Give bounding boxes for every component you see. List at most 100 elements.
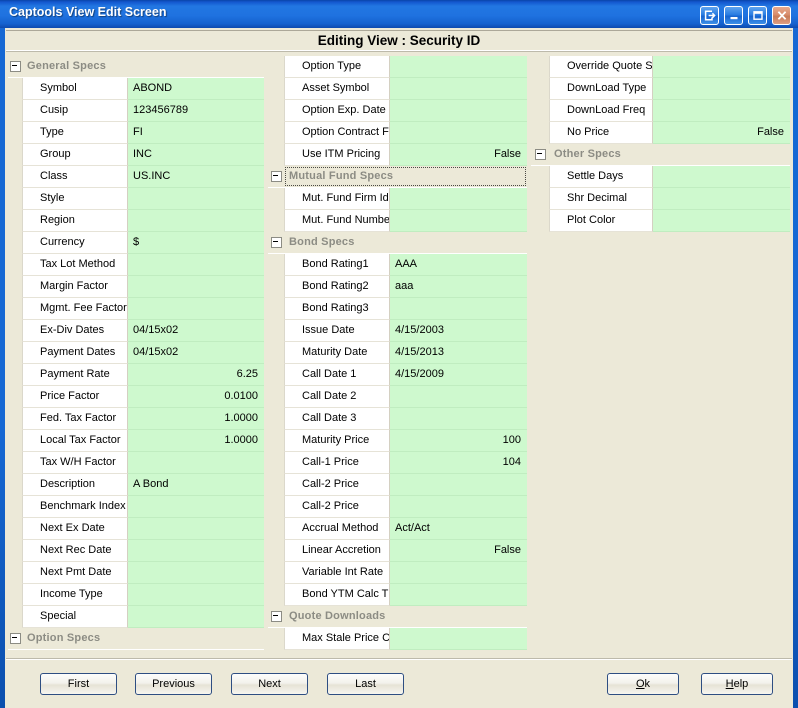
property-value[interactable]: 4/15/2013 — [390, 342, 527, 364]
property-value[interactable]: Act/Act — [390, 518, 527, 540]
property-value[interactable]: aaa — [390, 276, 527, 298]
property-value[interactable] — [653, 210, 790, 232]
property-label[interactable]: Tax W/H Factor — [22, 452, 128, 474]
property-value[interactable] — [653, 188, 790, 210]
property-row[interactable]: GroupINC — [8, 144, 264, 166]
section-header[interactable]: General Specs — [8, 56, 264, 78]
property-label[interactable]: Mut. Fund Numbe — [284, 210, 390, 232]
property-row[interactable]: Region — [8, 210, 264, 232]
property-label[interactable]: Symbol — [22, 78, 128, 100]
property-label[interactable]: Ex-Div Dates — [22, 320, 128, 342]
property-row[interactable]: Mgmt. Fee Factor — [8, 298, 264, 320]
property-row[interactable]: Call-2 Price — [268, 474, 527, 496]
property-row[interactable]: Style — [8, 188, 264, 210]
ok-button[interactable]: Ok — [607, 673, 679, 695]
property-label[interactable]: Bond Rating1 — [284, 254, 390, 276]
property-label[interactable]: Income Type — [22, 584, 128, 606]
property-label[interactable]: DownLoad Freq — [549, 100, 653, 122]
property-value[interactable] — [390, 408, 527, 430]
property-value[interactable] — [128, 276, 264, 298]
restore-detach-button[interactable] — [700, 6, 719, 25]
property-row[interactable]: Use ITM PricingFalse — [268, 144, 527, 166]
property-value[interactable] — [128, 518, 264, 540]
property-label[interactable]: Benchmark Index — [22, 496, 128, 518]
property-value[interactable] — [128, 562, 264, 584]
property-value[interactable]: INC — [128, 144, 264, 166]
property-label[interactable]: Region — [22, 210, 128, 232]
property-value[interactable] — [653, 166, 790, 188]
property-row[interactable]: Accrual MethodAct/Act — [268, 518, 527, 540]
property-row[interactable]: Override Quote S — [531, 56, 790, 78]
property-value[interactable]: False — [390, 144, 527, 166]
property-value[interactable] — [653, 78, 790, 100]
property-label[interactable]: Group — [22, 144, 128, 166]
property-label[interactable]: Fed. Tax Factor — [22, 408, 128, 430]
property-label[interactable]: Maturity Price — [284, 430, 390, 452]
property-value[interactable] — [653, 100, 790, 122]
property-value[interactable]: A Bond — [128, 474, 264, 496]
property-label[interactable]: Tax Lot Method — [22, 254, 128, 276]
property-value[interactable] — [128, 210, 264, 232]
property-value[interactable] — [128, 496, 264, 518]
property-value[interactable]: 104 — [390, 452, 527, 474]
property-label[interactable]: Margin Factor — [22, 276, 128, 298]
property-label[interactable]: Call-1 Price — [284, 452, 390, 474]
property-value[interactable] — [390, 56, 527, 78]
minimize-button[interactable] — [724, 6, 743, 25]
property-value[interactable]: 123456789 — [128, 100, 264, 122]
property-label[interactable]: Call Date 2 — [284, 386, 390, 408]
property-label[interactable]: Bond YTM Calc T — [284, 584, 390, 606]
property-row[interactable]: Issue Date4/15/2003 — [268, 320, 527, 342]
property-value[interactable] — [390, 562, 527, 584]
property-row[interactable]: Next Rec Date — [8, 540, 264, 562]
property-row[interactable]: DescriptionA Bond — [8, 474, 264, 496]
property-value[interactable] — [390, 584, 527, 606]
property-row[interactable]: DownLoad Freq — [531, 100, 790, 122]
previous-button[interactable]: Previous — [135, 673, 212, 695]
property-row[interactable]: Maturity Date4/15/2013 — [268, 342, 527, 364]
property-row[interactable]: Maturity Price100 — [268, 430, 527, 452]
collapse-icon[interactable] — [271, 171, 282, 182]
property-row[interactable]: Tax Lot Method — [8, 254, 264, 276]
property-label[interactable]: Price Factor — [22, 386, 128, 408]
section-header[interactable]: Option Specs — [8, 628, 264, 650]
property-label[interactable]: Max Stale Price C — [284, 628, 390, 650]
property-row[interactable]: Plot Color — [531, 210, 790, 232]
property-label[interactable]: Description — [22, 474, 128, 496]
property-row[interactable]: Bond Rating1AAA — [268, 254, 527, 276]
property-label[interactable]: Linear Accretion — [284, 540, 390, 562]
property-row[interactable]: Cusip123456789 — [8, 100, 264, 122]
property-value[interactable]: 4/15/2003 — [390, 320, 527, 342]
property-label[interactable]: Next Rec Date — [22, 540, 128, 562]
property-label[interactable]: Class — [22, 166, 128, 188]
property-value[interactable] — [128, 254, 264, 276]
property-value[interactable] — [653, 56, 790, 78]
property-value[interactable]: US.INC — [128, 166, 264, 188]
property-row[interactable]: Local Tax Factor1.0000 — [8, 430, 264, 452]
property-row[interactable]: Linear AccretionFalse — [268, 540, 527, 562]
property-value[interactable]: 4/15/2009 — [390, 364, 527, 386]
property-row[interactable]: Call Date 3 — [268, 408, 527, 430]
property-value[interactable] — [128, 584, 264, 606]
property-value[interactable]: AAA — [390, 254, 527, 276]
property-row[interactable]: Call-2 Price — [268, 496, 527, 518]
property-row[interactable]: Mut. Fund Firm Id — [268, 188, 527, 210]
property-value[interactable]: 1.0000 — [128, 408, 264, 430]
property-row[interactable]: Call-1 Price104 — [268, 452, 527, 474]
property-row[interactable]: TypeFI — [8, 122, 264, 144]
next-button[interactable]: Next — [231, 673, 308, 695]
property-label[interactable]: Maturity Date — [284, 342, 390, 364]
property-label[interactable]: Shr Decimal — [549, 188, 653, 210]
property-label[interactable]: Option Type — [284, 56, 390, 78]
property-label[interactable]: Bond Rating2 — [284, 276, 390, 298]
property-row[interactable]: Income Type — [8, 584, 264, 606]
property-label[interactable]: Use ITM Pricing — [284, 144, 390, 166]
property-row[interactable]: Shr Decimal — [531, 188, 790, 210]
property-label[interactable]: Mgmt. Fee Factor — [22, 298, 128, 320]
property-label[interactable]: Call Date 1 — [284, 364, 390, 386]
property-row[interactable]: DownLoad Type — [531, 78, 790, 100]
property-label[interactable]: Style — [22, 188, 128, 210]
property-value[interactable]: $ — [128, 232, 264, 254]
property-label[interactable]: Local Tax Factor — [22, 430, 128, 452]
section-header[interactable]: Mutual Fund Specs — [268, 166, 527, 188]
